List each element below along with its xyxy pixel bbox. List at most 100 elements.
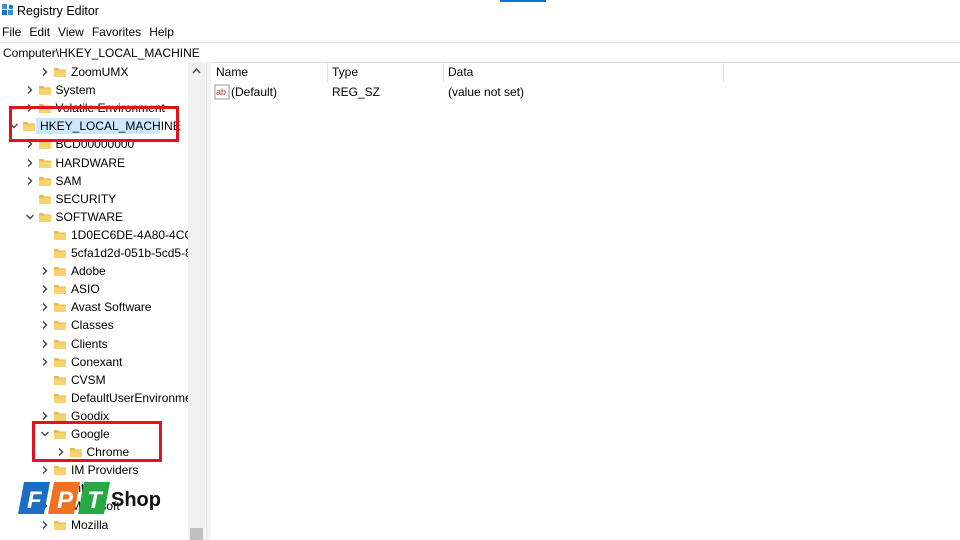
- tree-item-label: Classes: [71, 318, 114, 333]
- tree-item[interactable]: CVSM: [0, 371, 188, 389]
- folder-icon: [54, 466, 66, 476]
- tree-item-label: 1D0EC6DE-4A80-4CC3: [71, 227, 200, 242]
- tree-item-label: DefaultUserEnvironmer: [71, 390, 196, 405]
- tree-item-label: SAM: [55, 173, 82, 188]
- tree-item-label: System: [55, 83, 96, 98]
- tree-item[interactable]: SAM: [0, 172, 188, 190]
- taskbar-accent: [500, 0, 546, 2]
- value-name: (Default): [231, 85, 278, 99]
- tree-item-label: HARDWARE: [55, 155, 126, 170]
- column-name[interactable]: Name: [210, 62, 328, 82]
- chevron-right-icon[interactable]: [40, 266, 50, 276]
- chevron-right-icon[interactable]: [25, 158, 35, 168]
- registry-editor-icon: [2, 4, 14, 15]
- folder-icon: [38, 212, 51, 222]
- menu-help[interactable]: Help: [147, 22, 180, 42]
- highlight-box-google: [32, 421, 162, 462]
- tree-item[interactable]: Clients: [0, 335, 188, 353]
- chevron-right-icon[interactable]: [40, 284, 50, 294]
- chevron-down-icon[interactable]: [25, 212, 35, 222]
- tree-item[interactable]: SECURITY: [0, 190, 188, 208]
- value-data: (value not set): [448, 85, 525, 99]
- address-bar[interactable]: Computer\HKEY_LOCAL_MACHINE: [0, 42, 960, 63]
- tree-item-label: Avast Software: [71, 300, 152, 315]
- tree-item[interactable]: Conexant: [0, 353, 188, 371]
- tree-item[interactable]: Mozilla: [0, 516, 188, 534]
- tree-item-label: ZoomUMX: [71, 65, 129, 79]
- address-path[interactable]: Computer\HKEY_LOCAL_MACHINE: [3, 46, 200, 60]
- tree-item-label: CVSM: [71, 372, 106, 387]
- highlight-box-hklm: [9, 106, 179, 142]
- folder-icon: [54, 393, 66, 403]
- folder-icon: [54, 357, 66, 367]
- menu-bar: File Edit View Favorites Help: [0, 22, 960, 42]
- tree-item[interactable]: SOFTWARE: [0, 208, 188, 226]
- tree-item-label: SECURITY: [55, 191, 117, 206]
- chevron-right-icon[interactable]: [40, 302, 50, 312]
- chevron-right-icon[interactable]: [25, 176, 35, 186]
- tree-item-label: IM Providers: [71, 463, 139, 478]
- folder-icon: [54, 230, 66, 240]
- tree-item-label: 5cfa1d2d-051b-5cd5-8: [71, 246, 192, 260]
- tree-item-label: ASIO: [71, 282, 100, 297]
- column-type[interactable]: Type: [326, 62, 444, 82]
- tree-item[interactable]: HARDWARE: [0, 154, 188, 172]
- tree-item[interactable]: ASIO: [0, 280, 188, 298]
- column-data[interactable]: Data: [442, 62, 724, 82]
- folder-icon: [54, 249, 66, 258]
- tree-item-label: SOFTWARE: [55, 209, 124, 224]
- folder-icon: [38, 194, 51, 204]
- title-bar: [0, 0, 960, 22]
- folder-icon: [54, 303, 66, 313]
- tree-item[interactable]: IM Providers: [0, 461, 188, 479]
- tree-item[interactable]: ZoomUMX: [0, 63, 188, 81]
- scroll-thumb[interactable]: [190, 528, 203, 540]
- folder-icon: [54, 520, 66, 530]
- logo-letter: P: [57, 487, 74, 514]
- tree-item-label: Clients: [71, 336, 108, 351]
- menu-file[interactable]: File: [0, 22, 27, 42]
- folder-icon: [38, 86, 51, 96]
- tree-item-label: Adobe: [71, 264, 106, 279]
- chevron-right-icon[interactable]: [40, 465, 50, 475]
- tree-item[interactable]: Avast Software: [0, 298, 188, 316]
- fpt-logo-mark: FPT Shop: [18, 482, 161, 514]
- values-list[interactable]: [210, 62, 960, 540]
- tree-item[interactable]: System: [0, 81, 188, 99]
- tree-item-label: Conexant: [71, 354, 123, 369]
- chevron-right-icon[interactable]: [40, 357, 50, 367]
- folder-icon: [54, 339, 66, 349]
- string-value-icon: ab: [214, 84, 230, 100]
- tree-item[interactable]: 5cfa1d2d-051b-5cd5-8: [0, 244, 192, 262]
- scroll-up-icon[interactable]: [188, 62, 205, 79]
- tree-item[interactable]: 1D0EC6DE-4A80-4CC3: [0, 226, 200, 244]
- tree-item[interactable]: DefaultUserEnvironmer: [0, 389, 196, 407]
- window-title: Registry Editor: [17, 4, 99, 18]
- menu-view[interactable]: View: [56, 22, 90, 42]
- folder-icon: [54, 321, 66, 331]
- tree-item-label: Mozilla: [71, 517, 109, 532]
- chevron-right-icon[interactable]: [40, 339, 50, 349]
- tree-item[interactable]: Adobe: [0, 262, 188, 280]
- chevron-right-icon[interactable]: [40, 320, 50, 330]
- folder-icon: [38, 158, 51, 168]
- folder-icon: [54, 267, 66, 277]
- folder-icon: [54, 375, 66, 385]
- tree-scrollbar[interactable]: [188, 62, 205, 540]
- menu-edit[interactable]: Edit: [27, 22, 56, 42]
- folder-icon: [38, 176, 51, 186]
- chevron-right-icon[interactable]: [40, 411, 50, 421]
- folder-icon: [54, 285, 66, 295]
- value-type: REG_SZ: [332, 85, 381, 99]
- fpt-shop-logo: FPT Shop: [16, 478, 162, 518]
- svg-text:ab: ab: [216, 87, 226, 97]
- menu-favorites[interactable]: Favorites: [90, 22, 147, 42]
- tree-item[interactable]: Classes: [0, 316, 188, 334]
- folder-icon: [54, 68, 66, 77]
- chevron-right-icon[interactable]: [40, 67, 50, 77]
- chevron-right-icon[interactable]: [25, 85, 35, 95]
- logo-letter: F: [27, 487, 43, 514]
- chevron-right-icon[interactable]: [40, 520, 50, 530]
- logo-letter: T: [87, 487, 104, 514]
- logo-shop-text: Shop: [111, 489, 161, 511]
